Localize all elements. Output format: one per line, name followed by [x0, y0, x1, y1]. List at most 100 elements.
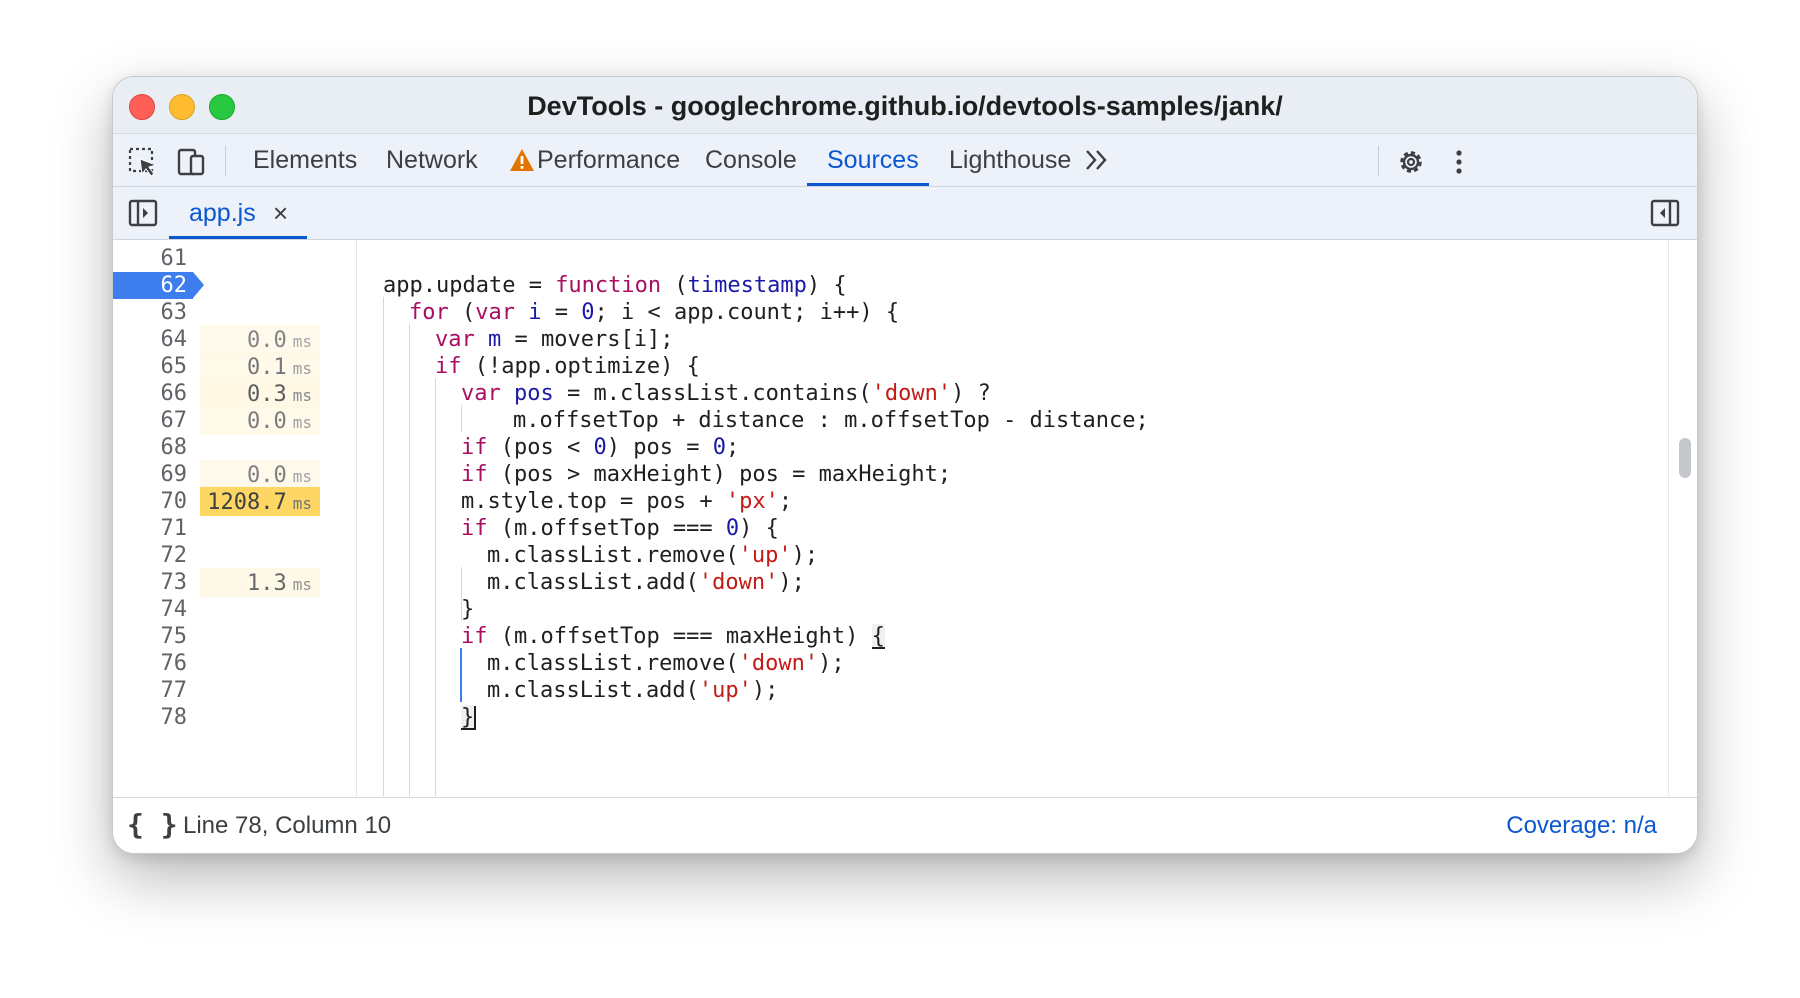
chevron-double-right-icon[interactable] — [1084, 148, 1110, 172]
code-token: timestamp — [687, 273, 807, 298]
timing-unit: ms — [292, 467, 312, 486]
code-token: ); — [818, 651, 845, 676]
warning-icon — [510, 149, 534, 171]
code-token: function — [555, 273, 662, 298]
code-token: m — [488, 327, 502, 352]
title-bar: DevTools - googlechrome.github.io/devtoo… — [113, 77, 1697, 134]
vertical-scrollbar[interactable] — [1668, 240, 1697, 796]
code-token: ) ? — [951, 381, 991, 406]
device-toolbar-icon[interactable] — [175, 146, 207, 178]
code-editor[interactable]: 61 62 app.update = function (timestamp) … — [113, 240, 1697, 796]
code-token: for — [409, 300, 449, 325]
cursor-position: Line 78, Column 10 — [183, 812, 392, 839]
code-token: (m.offsetTop === — [487, 516, 726, 541]
tab-network[interactable]: Network — [386, 134, 478, 186]
file-tab-app-js[interactable]: app.js — [189, 187, 256, 239]
code-token: if — [461, 516, 488, 541]
timing-value: 0.0 — [246, 463, 287, 488]
timing-unit: ms — [292, 359, 312, 378]
active-tab-indicator — [807, 183, 929, 186]
code-token: 0 — [725, 516, 740, 541]
timing-value: 1208.7 — [207, 490, 287, 515]
line-timing: 0.0 ms — [200, 460, 320, 489]
code-token: { — [871, 624, 885, 649]
scrollbar-thumb[interactable] — [1679, 438, 1691, 478]
code-token: if — [461, 435, 488, 460]
code-token: = movers[i]; — [501, 327, 674, 352]
line-timing: 1208.7 ms — [200, 487, 320, 516]
code-token: ) pos = — [606, 435, 713, 460]
toggle-debugger-sidebar-icon[interactable] — [1649, 197, 1681, 229]
line-timing: 0.0 ms — [200, 325, 320, 354]
timing-unit: ms — [292, 575, 312, 594]
breakpoint-arrow — [193, 272, 204, 298]
code-token: ) { — [739, 516, 779, 541]
code-token: ) { — [806, 273, 847, 298]
toolbar-divider-right — [1378, 146, 1379, 176]
code-token: (m.offsetTop === maxHeight) — [487, 624, 872, 649]
main-toolbar: Elements Network Performance Console Sou… — [113, 134, 1697, 187]
code-token: (pos < — [487, 435, 594, 460]
tab-sources[interactable]: Sources — [827, 134, 919, 186]
code-token: m.classList.add( — [487, 678, 699, 703]
code-token: ; i < app.count; i++) { — [594, 300, 900, 325]
code-token: m.style.top = pos + — [461, 489, 726, 514]
code-token: (!app.optimize) { — [461, 354, 700, 379]
code-token: 'up' — [738, 543, 792, 568]
line-number[interactable]: 78 — [113, 702, 188, 733]
code-token: ; — [778, 489, 793, 514]
code-token: m.offsetTop + distance : m.offsetTop - d… — [513, 408, 1149, 433]
line-timing: 0.0 ms — [200, 406, 320, 435]
code-token: m.classList.remove( — [487, 543, 739, 568]
file-tab-indicator — [169, 236, 307, 239]
code-token: var — [435, 327, 475, 352]
coverage-link[interactable]: Coverage: n/a — [1506, 798, 1657, 853]
tab-performance[interactable]: Performance — [537, 134, 680, 186]
code-token: var — [461, 381, 501, 406]
code-token: 'px' — [725, 489, 779, 514]
code-token: } — [461, 597, 475, 622]
code-token: = — [541, 300, 582, 325]
tab-console[interactable]: Console — [705, 134, 797, 186]
code-token: var — [475, 300, 515, 325]
code-token: ); — [791, 543, 819, 568]
close-file-icon[interactable]: × — [273, 187, 288, 239]
line-timing: 0.3 ms — [200, 379, 320, 408]
timing-value: 1.3 — [246, 571, 287, 596]
code-token: } — [461, 705, 475, 730]
toolbar-divider — [225, 146, 226, 176]
devtools-window: DevTools - googlechrome.github.io/devtoo… — [112, 76, 1698, 854]
code-token: m.classList.add( — [487, 570, 699, 595]
code-text: } — [461, 702, 477, 733]
timing-value: 0.0 — [246, 409, 287, 434]
code-token: ( — [661, 273, 688, 298]
tab-lighthouse[interactable]: Lighthouse — [949, 134, 1071, 186]
gear-icon[interactable] — [1395, 146, 1427, 178]
tab-elements[interactable]: Elements — [253, 134, 357, 186]
code-token: m.classList.remove( — [487, 651, 739, 676]
text-cursor — [474, 706, 477, 730]
window-title: DevTools - googlechrome.github.io/devtoo… — [527, 91, 1283, 121]
code-token: 0 — [593, 435, 607, 460]
timing-unit: ms — [292, 494, 312, 513]
code-token: if — [461, 624, 488, 649]
code-token: (pos > maxHeight) pos = maxHeight; — [487, 462, 952, 487]
code-token: ); — [751, 678, 779, 703]
code-token: ( — [448, 300, 476, 325]
timing-value: 0.0 — [246, 328, 287, 353]
toggle-navigator-icon[interactable] — [127, 197, 159, 229]
code-token: pos — [514, 381, 554, 406]
code-line-78[interactable]: 78 } — [113, 702, 1673, 733]
code-token: if — [435, 354, 462, 379]
timing-unit: ms — [292, 413, 312, 432]
kebab-menu-icon[interactable] — [1443, 146, 1475, 178]
pretty-print-button[interactable]: { } — [127, 798, 178, 852]
inspect-element-icon[interactable] — [127, 146, 159, 178]
code-token: 'up' — [698, 678, 752, 703]
code-token: 0 — [581, 300, 595, 325]
status-bar: { } Line 78, Column 10 Coverage: n/a — [113, 797, 1697, 853]
line-timing: 1.3 ms — [200, 568, 320, 597]
